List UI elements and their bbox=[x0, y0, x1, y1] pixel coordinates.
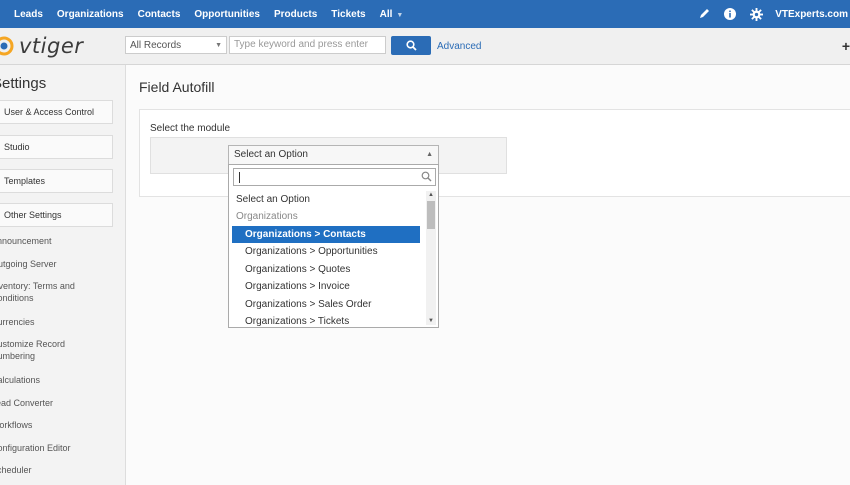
sidebar-item-currencies[interactable]: Currencies bbox=[0, 316, 35, 328]
quick-create-button[interactable]: + bbox=[842, 38, 850, 54]
module-select-value: Select an Option bbox=[234, 149, 308, 160]
sidebar-title: Settings bbox=[0, 75, 47, 92]
sidebar-section-user-access[interactable]: User & Access Control bbox=[0, 100, 113, 124]
sidebar-section-templates[interactable]: Templates bbox=[0, 169, 113, 193]
sidebar-item-scheduler[interactable]: Scheduler bbox=[0, 464, 32, 476]
dropdown-option[interactable]: Organizations > Invoice bbox=[232, 278, 420, 295]
menu-item-tickets[interactable]: Tickets bbox=[331, 9, 365, 20]
menu-item-products[interactable]: Products bbox=[274, 9, 317, 20]
dropdown-option[interactable]: Organizations > Opportunities bbox=[232, 243, 420, 260]
sidebar-item-customize-record-numbering[interactable]: Customize Record Numbering bbox=[0, 338, 71, 362]
dropdown-option[interactable]: Organizations > Quotes bbox=[232, 261, 420, 278]
module-dropdown: Select an Option Organizations Organizat… bbox=[228, 164, 439, 328]
scrollbar-thumb[interactable] bbox=[427, 201, 435, 229]
scroll-up-arrow-icon[interactable]: ▲ bbox=[426, 191, 436, 199]
scroll-down-arrow-icon[interactable]: ▼ bbox=[426, 317, 436, 325]
sidebar-item-configuration-editor[interactable]: Configuration Editor bbox=[0, 442, 71, 454]
info-icon[interactable] bbox=[723, 7, 737, 21]
sidebar-section-studio[interactable]: Studio bbox=[0, 135, 113, 159]
settings-sidebar: Settings User & Access Control Studio Te… bbox=[0, 65, 126, 485]
top-right-tools: VTExperts.com bbox=[697, 0, 850, 28]
records-select[interactable]: All Records ▼ bbox=[125, 36, 227, 54]
sidebar-item-workflows[interactable]: Workflows bbox=[0, 419, 32, 431]
user-menu[interactable]: VTExperts.com bbox=[775, 9, 848, 20]
caret-up-icon: ▲ bbox=[426, 151, 433, 158]
dropdown-group-label: Organizations bbox=[236, 211, 298, 222]
dropdown-search-input[interactable] bbox=[233, 168, 436, 186]
dropdown-option[interactable]: Organizations > Sales Order bbox=[232, 296, 420, 313]
caret-down-icon: ▼ bbox=[215, 42, 222, 49]
global-search-input[interactable]: Type keyword and press enter bbox=[229, 36, 386, 54]
sidebar-item-calculations[interactable]: Calculations bbox=[0, 374, 40, 386]
dropdown-option[interactable]: Organizations > Tickets bbox=[232, 313, 420, 327]
header-bar: vtiger All Records ▼ Type keyword and pr… bbox=[0, 28, 850, 65]
vtiger-logo[interactable]: vtiger bbox=[0, 34, 83, 58]
sidebar-section-other-settings[interactable]: Other Settings bbox=[0, 203, 113, 227]
chevron-down-icon: ▼ bbox=[396, 11, 404, 19]
text-cursor bbox=[239, 172, 240, 183]
records-select-value: All Records bbox=[130, 40, 182, 51]
menu-item-leads[interactable]: Leads bbox=[14, 9, 43, 20]
gear-icon[interactable] bbox=[749, 7, 763, 21]
advanced-search-link[interactable]: Advanced bbox=[437, 41, 481, 52]
menu-item-contacts[interactable]: Contacts bbox=[138, 9, 181, 20]
logo-text: vtiger bbox=[19, 34, 84, 58]
module-select[interactable]: Select an Option ▲ bbox=[228, 145, 439, 165]
pencil-icon[interactable] bbox=[697, 7, 711, 21]
sidebar-item-lead-converter[interactable]: Lead Converter bbox=[0, 397, 53, 409]
search-icon bbox=[421, 171, 432, 185]
vtiger-logo-mark-icon bbox=[0, 36, 14, 56]
module-select-label: Select the module bbox=[150, 123, 231, 134]
menu-item-all[interactable]: All ▼ bbox=[380, 9, 404, 20]
search-icon bbox=[405, 40, 417, 51]
menu-item-all-label: All bbox=[379, 8, 393, 20]
main-menu: Leads Organizations Contacts Opportuniti… bbox=[0, 0, 417, 28]
menu-item-organizations[interactable]: Organizations bbox=[57, 9, 124, 20]
dropdown-option-highlighted[interactable]: Organizations > Contacts bbox=[232, 226, 420, 243]
top-navigation-bar: Leads Organizations Contacts Opportuniti… bbox=[0, 0, 850, 28]
search-button[interactable] bbox=[391, 36, 431, 55]
dropdown-option[interactable]: Select an Option bbox=[232, 191, 420, 208]
sidebar-item-inventory-terms[interactable]: Inventory: Terms and Conditions bbox=[0, 280, 81, 304]
dropdown-scrollbar[interactable]: ▲ ▼ bbox=[426, 191, 436, 325]
menu-item-opportunities[interactable]: Opportunities bbox=[194, 9, 260, 20]
page-title: Field Autofill bbox=[139, 79, 215, 95]
sidebar-item-outgoing-server[interactable]: Outgoing Server bbox=[0, 258, 57, 270]
sidebar-item-announcement[interactable]: Announcement bbox=[0, 235, 52, 247]
